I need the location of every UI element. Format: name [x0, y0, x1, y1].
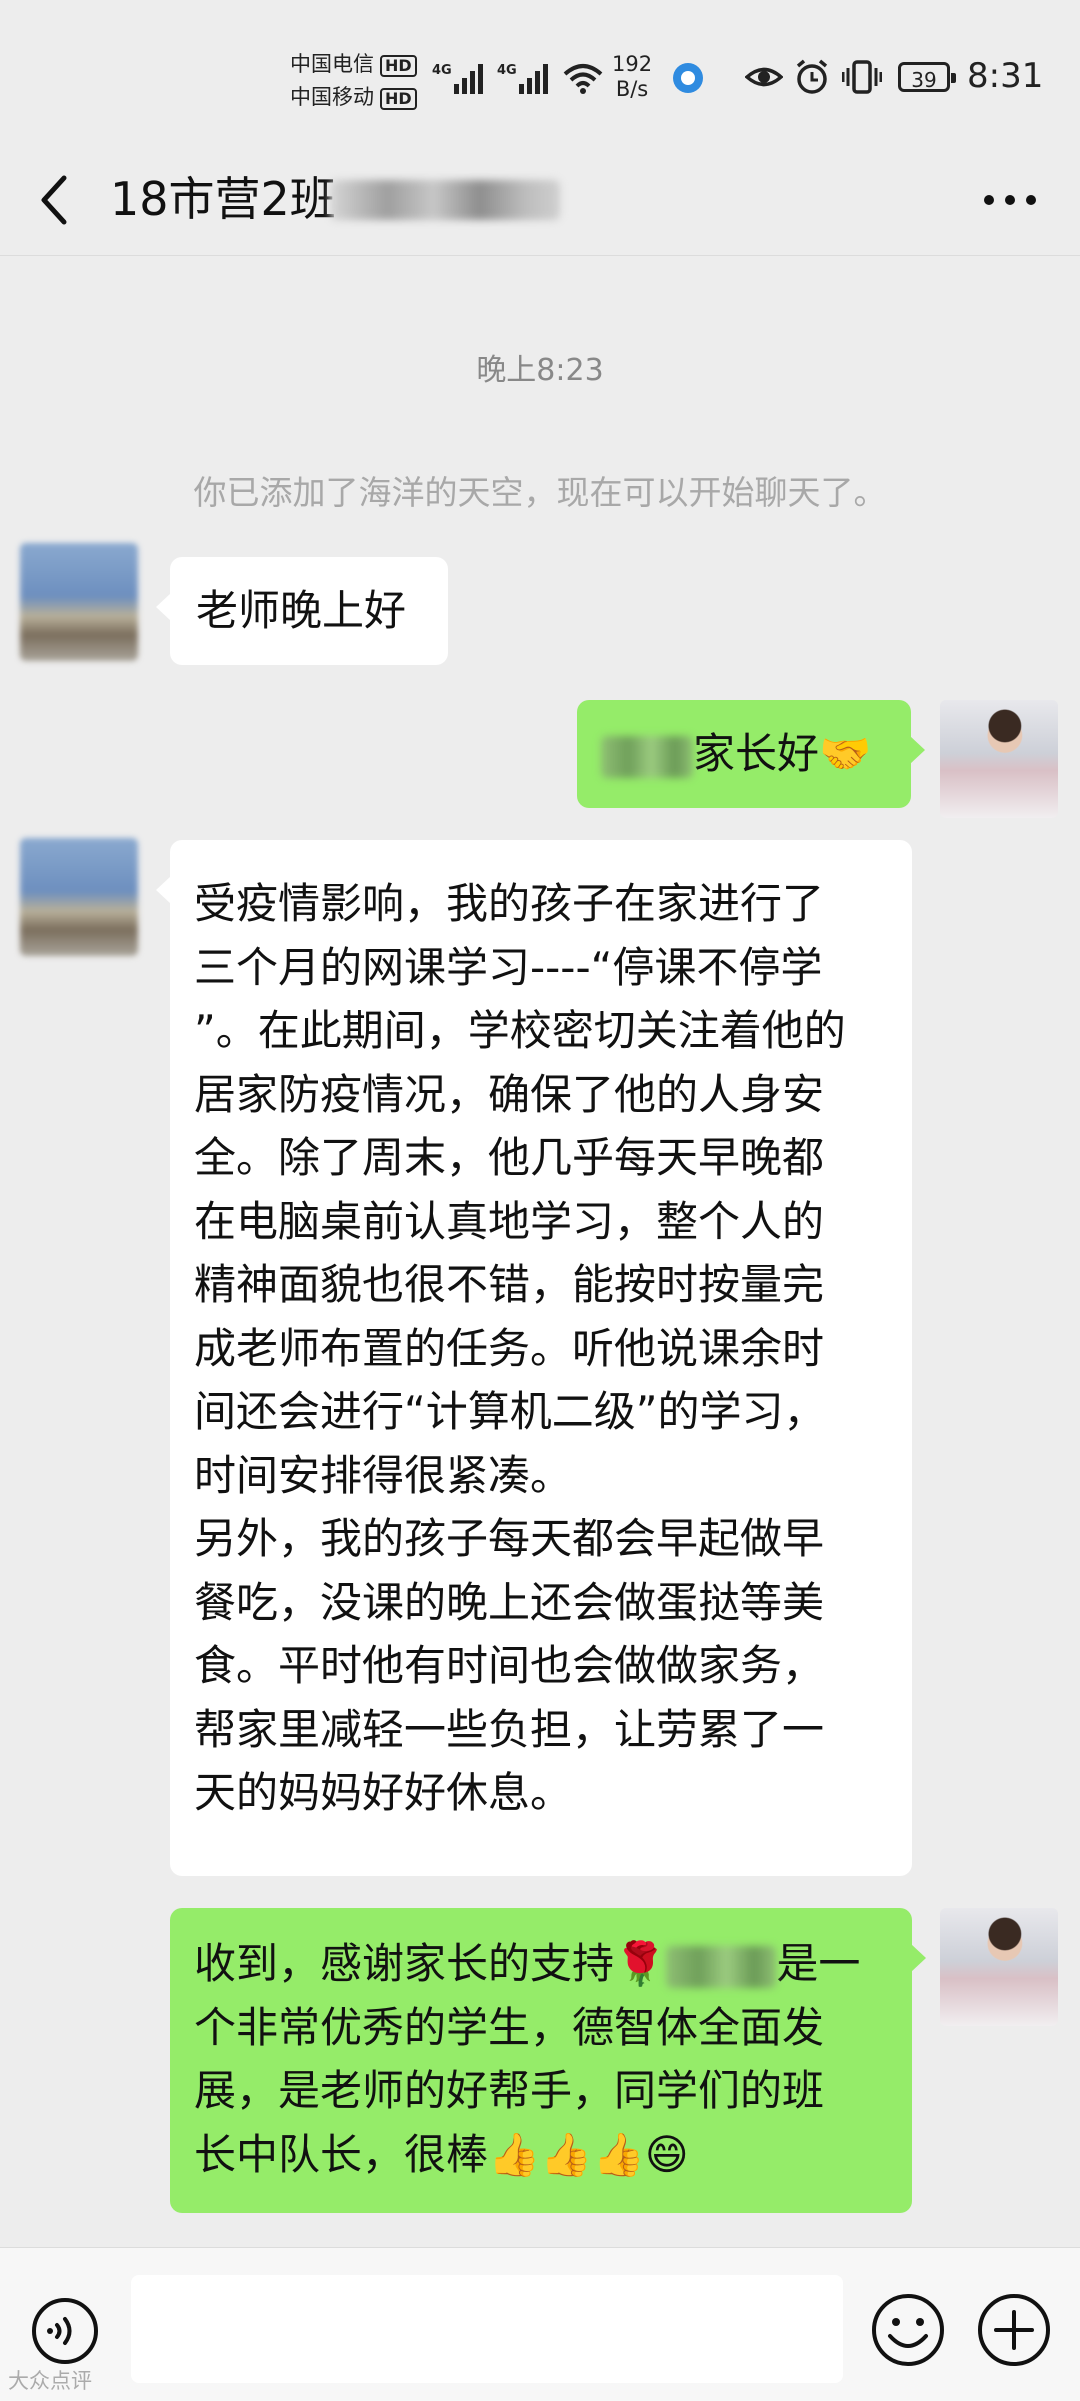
handshake-emoji: 🤝	[819, 729, 872, 778]
message-line: 食。平时他有时间也会做做家务，	[194, 1641, 825, 1690]
carrier-2: 中国移动	[290, 85, 374, 109]
battery-icon: 39	[898, 62, 956, 92]
message-line: 收到，感谢家长的支持🌹 是一	[194, 1932, 888, 1996]
parent-avatar[interactable]	[20, 543, 138, 661]
thumbs-up-emojis: 👍👍👍😄	[488, 2129, 689, 2179]
voice-input-icon[interactable]	[30, 2296, 100, 2366]
system-message: 你已添加了海洋的天空，现在可以开始聊天了。	[193, 473, 887, 512]
message-text: 老师晚上好	[196, 586, 407, 635]
message-line: ”。在此期间，学校密切关注着他的	[194, 1006, 846, 1055]
message-bubble-incoming[interactable]: 老师晚上好	[156, 557, 448, 665]
message-line: 居家防疫情况，确保了他的人身安	[194, 1069, 825, 1119]
vibrate-icon	[842, 60, 882, 94]
message-line: 三个月的网课学习----“停课不停学	[194, 942, 823, 992]
plus-icon[interactable]	[976, 2292, 1052, 2368]
message-bubble-outgoing[interactable]: 收到，感谢家长的支持🌹 是一 个非常优秀的学生，德智体全面发 展，是老师的好帮手，…	[170, 1908, 926, 2213]
message-line: 长中队长，很棒👍👍👍😄	[194, 2123, 888, 2187]
message-line: 帮家里减轻一些负担，让劳累了一	[194, 1704, 825, 1754]
teacher-avatar[interactable]	[940, 1908, 1058, 2026]
message-text: 收到，感谢家长的支持	[194, 1939, 615, 1988]
message-line: 展，是老师的好帮手，同学们的班	[194, 2066, 825, 2115]
message-text: 是一	[776, 1939, 861, 1988]
parent-avatar[interactable]	[20, 838, 138, 956]
message-line: 成老师布置的任务。听他说课余时	[194, 1323, 825, 1373]
chat-screen: { "status_bar": { "carrier_1": "中国电信", "…	[0, 0, 1080, 2401]
alarm-icon	[796, 59, 828, 94]
carrier-1: 中国电信	[290, 52, 374, 76]
blurred-student-name	[666, 1945, 777, 1988]
signal-4g-icon: 4G	[432, 63, 483, 94]
blurred-student-name	[601, 735, 693, 778]
message-input[interactable]	[131, 2275, 843, 2383]
status-bar: 中国电信 HD 中国移动 HD 4G 4G 192 B/s 39 8:31	[0, 0, 1080, 150]
message-text: 家长好	[693, 729, 820, 778]
message-line: 全。除了周末，他几乎每天早晚都	[194, 1133, 825, 1182]
app-notification-icon	[673, 63, 703, 93]
message-text: 长中队长，很棒	[194, 2129, 489, 2179]
svg-text:4G: 4G	[432, 63, 452, 78]
hd-badge: HD	[380, 55, 417, 77]
message-line: 另外，我的孩子每天都会早起做早	[194, 1514, 825, 1563]
input-bar	[0, 2247, 1080, 2401]
hd-badge: HD	[380, 88, 417, 110]
teacher-avatar[interactable]	[940, 700, 1058, 818]
rose-emoji: 🌹	[614, 1939, 667, 1988]
status-time: 8:31	[967, 56, 1044, 96]
message-line: 间还会进行“计算机二级”的学习，	[194, 1387, 826, 1436]
blurred-title-suffix	[330, 180, 560, 220]
message-line: 在电脑桌前认真地学习，整个人的	[194, 1196, 825, 1246]
message-line: 受疫情影响，我的孩子在家进行了	[194, 879, 825, 928]
eye-comfort-icon	[745, 67, 783, 87]
net-speed-value: 192	[612, 52, 653, 76]
message-bubble-outgoing[interactable]: 家长好🤝	[577, 700, 925, 808]
net-speed: 192 B/s	[612, 52, 652, 102]
wifi-icon	[563, 64, 603, 94]
emoji-icon[interactable]	[870, 2292, 946, 2368]
message-line: 精神面貌也很不错，能按时按量完	[194, 1260, 825, 1309]
svg-text:4G: 4G	[497, 63, 517, 78]
more-options-icon[interactable]	[975, 175, 1045, 225]
chat-header: 18市营2班	[0, 150, 1080, 256]
signal-4g-icon: 4G	[497, 63, 548, 94]
back-arrow-icon[interactable]	[30, 170, 80, 230]
message-line: 餐吃，没课的晚上还会做蛋挞等美	[194, 1577, 825, 1627]
watermark: 大众点评	[8, 2369, 92, 2393]
chat-title: 18市营2班	[110, 172, 336, 226]
message-line: 天的妈妈好好休息。	[194, 1768, 573, 1817]
message-line: 个非常优秀的学生，德智体全面发	[194, 2002, 825, 2052]
message-bubble-incoming[interactable]: 受疫情影响，我的孩子在家进行了 三个月的网课学习----“停课不停学 ”。在此期…	[156, 840, 912, 1876]
net-speed-unit: B/s	[615, 77, 649, 101]
carrier-info: 中国电信 HD 中国移动 HD	[290, 48, 417, 114]
chat-timestamp: 晚上8:23	[476, 353, 604, 388]
message-line: 时间安排得很紧凑。	[194, 1450, 573, 1500]
